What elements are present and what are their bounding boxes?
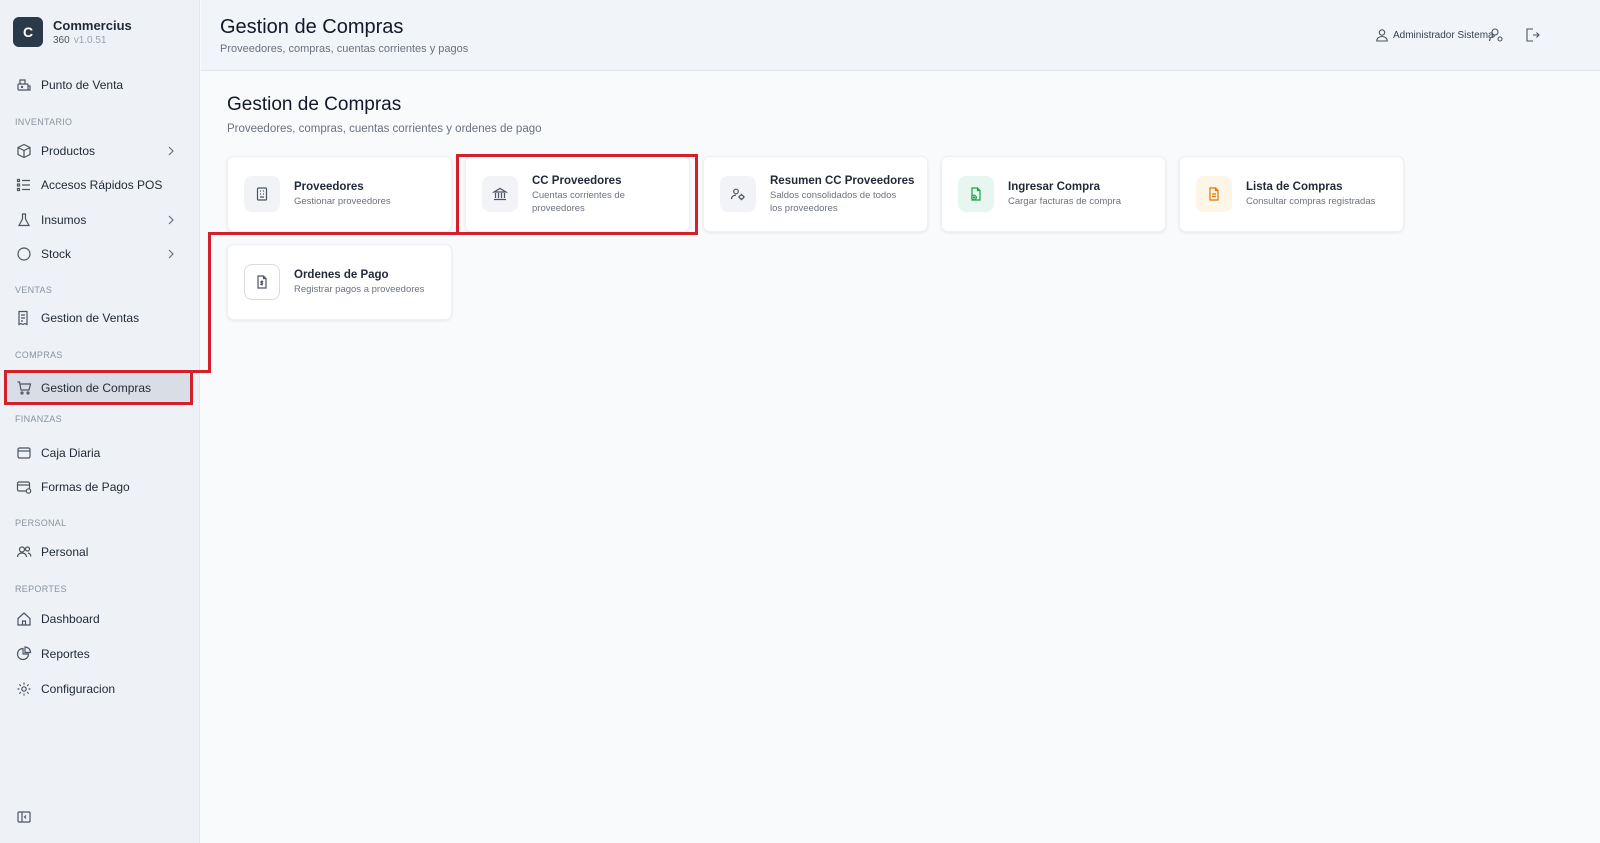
cash-register-icon	[17, 79, 31, 91]
section-finanzas: FINANZAS	[15, 414, 62, 424]
sidebar-item-formas-pago[interactable]: Formas de Pago	[5, 472, 190, 502]
sidebar-item-punto-de-venta[interactable]: Punto de Venta	[5, 70, 190, 100]
card-desc: Cuentas corrientes de proveedores	[532, 189, 625, 214]
users-settings-icon	[720, 176, 756, 212]
gear-icon	[17, 682, 31, 696]
cart-icon	[17, 381, 32, 395]
sidebar-item-stock[interactable]: Stock	[5, 239, 190, 269]
sidebar-item-label: Accesos Rápidos POS	[41, 178, 163, 192]
card-proveedores[interactable]: Proveedores Gestionar proveedores	[227, 156, 452, 232]
card-title: Proveedores	[294, 181, 364, 193]
sidebar-item-label: Stock	[41, 247, 72, 261]
card-icon	[16, 481, 32, 494]
file-plus-icon	[958, 176, 994, 212]
sidebar-item-label: Configuracion	[41, 682, 116, 696]
card-title: Lista de Compras	[1246, 181, 1343, 193]
chevron-right-icon	[168, 249, 174, 259]
sidebar-item-gestion-ventas[interactable]: Gestion de Ventas	[5, 303, 190, 333]
sidebar-item-label: Punto de Venta	[41, 78, 124, 92]
sidebar-item-label: Caja Diaria	[41, 446, 101, 460]
section-ventas: VENTAS	[15, 285, 53, 295]
user-settings-icon[interactable]	[1488, 27, 1504, 43]
sidebar-item-label: Gestion de Ventas	[41, 311, 140, 325]
wallet-icon	[17, 447, 31, 459]
list-icon	[16, 178, 30, 192]
brand-name: Commercius	[53, 17, 132, 33]
section-personal: PERSONAL	[15, 518, 67, 528]
card-lista-compras[interactable]: Lista de Compras Consultar compras regis…	[1179, 156, 1404, 232]
card-title: Ordenes de Pago	[294, 269, 389, 281]
card-desc: Gestionar proveedores	[294, 196, 391, 207]
card-ingresar-compra[interactable]: Ingresar Compra Cargar facturas de compr…	[941, 156, 1166, 232]
sidebar-item-label: Gestion de Compras	[41, 381, 152, 395]
brand-logo: C	[13, 17, 43, 47]
card-title: CC Proveedores	[532, 174, 622, 187]
users-icon	[16, 546, 32, 558]
sidebar-item-configuracion[interactable]: Configuracion	[5, 674, 190, 704]
file-dollar-icon	[244, 264, 280, 300]
header-title: Gestion de Compras	[220, 16, 404, 38]
card-title: Ingresar Compra	[1008, 181, 1101, 193]
card-desc: Registrar pagos a proveedores	[294, 284, 425, 295]
user-name: Administrador Sistema	[1393, 29, 1494, 41]
card-desc: Cargar facturas de compra	[1008, 196, 1121, 207]
receipt-icon	[18, 310, 28, 326]
flask-icon	[17, 213, 31, 227]
building-icon	[244, 176, 280, 212]
chevron-right-icon	[168, 146, 174, 156]
sidebar-item-gestion-compras[interactable]: Gestion de Compras	[5, 373, 190, 403]
sidebar: C Commercius 360 v1.0.51 Punto de Venta I…	[0, 0, 200, 843]
page-title: Gestion de Compras	[227, 94, 402, 115]
sidebar-item-label: Formas de Pago	[41, 480, 130, 494]
sidebar-item-productos[interactable]: Productos	[5, 136, 190, 166]
user-icon	[1376, 29, 1388, 42]
card-cc-proveedores[interactable]: CC Proveedores Cuentas corrientes de pro…	[465, 156, 690, 232]
card-title: Resumen CC Proveedores	[770, 174, 915, 187]
section-reportes: REPORTES	[15, 584, 67, 594]
card-desc: Saldos consolidados de todos los proveed…	[770, 189, 897, 214]
card-resumen-cc-proveedores[interactable]: Resumen CC Proveedores Saldos consolidad…	[703, 156, 928, 232]
sidebar-collapse-icon[interactable]	[17, 810, 31, 824]
brand-edition: 360	[53, 34, 70, 46]
bank-icon	[482, 176, 518, 212]
sidebar-item-personal[interactable]: Personal	[5, 537, 190, 567]
sidebar-item-reportes[interactable]: Reportes	[5, 639, 190, 669]
sidebar-item-label: Dashboard	[41, 612, 100, 626]
logout-icon[interactable]	[1524, 27, 1540, 43]
card-desc: Consultar compras registradas	[1246, 196, 1376, 207]
sidebar-item-label: Personal	[41, 545, 89, 559]
file-text-icon	[1196, 176, 1232, 212]
home-icon	[17, 612, 31, 626]
card-ordenes-pago[interactable]: Ordenes de Pago Registrar pagos a provee…	[227, 244, 452, 320]
sidebar-item-accesos-rapidos[interactable]: Accesos Rápidos POS	[5, 170, 190, 200]
box-icon	[17, 143, 31, 159]
sidebar-item-caja-diaria[interactable]: Caja Diaria	[5, 438, 190, 468]
sidebar-item-insumos[interactable]: Insumos	[5, 205, 190, 235]
sidebar-item-label: Productos	[41, 144, 96, 158]
section-compras: COMPRAS	[15, 350, 63, 360]
sidebar-item-label: Insumos	[41, 213, 87, 227]
section-inventario: INVENTARIO	[15, 117, 73, 127]
highlight-connector	[208, 232, 458, 235]
user-menu[interactable]: Administrador Sistema	[1375, 28, 1494, 42]
chart-icon	[16, 646, 32, 661]
header-subtitle: Proveedores, compras, cuentas corrientes…	[220, 43, 469, 55]
top-header: Gestion de Compras Proveedores, compras,…	[201, 0, 1600, 71]
page-subtitle: Proveedores, compras, cuentas corrientes…	[227, 123, 542, 135]
circle-icon	[17, 247, 31, 261]
brand[interactable]: C Commercius 360 v1.0.51	[13, 17, 132, 47]
chevron-right-icon	[168, 215, 174, 225]
sidebar-item-label: Reportes	[41, 647, 90, 661]
sidebar-item-dashboard[interactable]: Dashboard	[5, 604, 190, 634]
brand-version: v1.0.51	[73, 34, 107, 46]
highlight-connector	[208, 232, 211, 373]
